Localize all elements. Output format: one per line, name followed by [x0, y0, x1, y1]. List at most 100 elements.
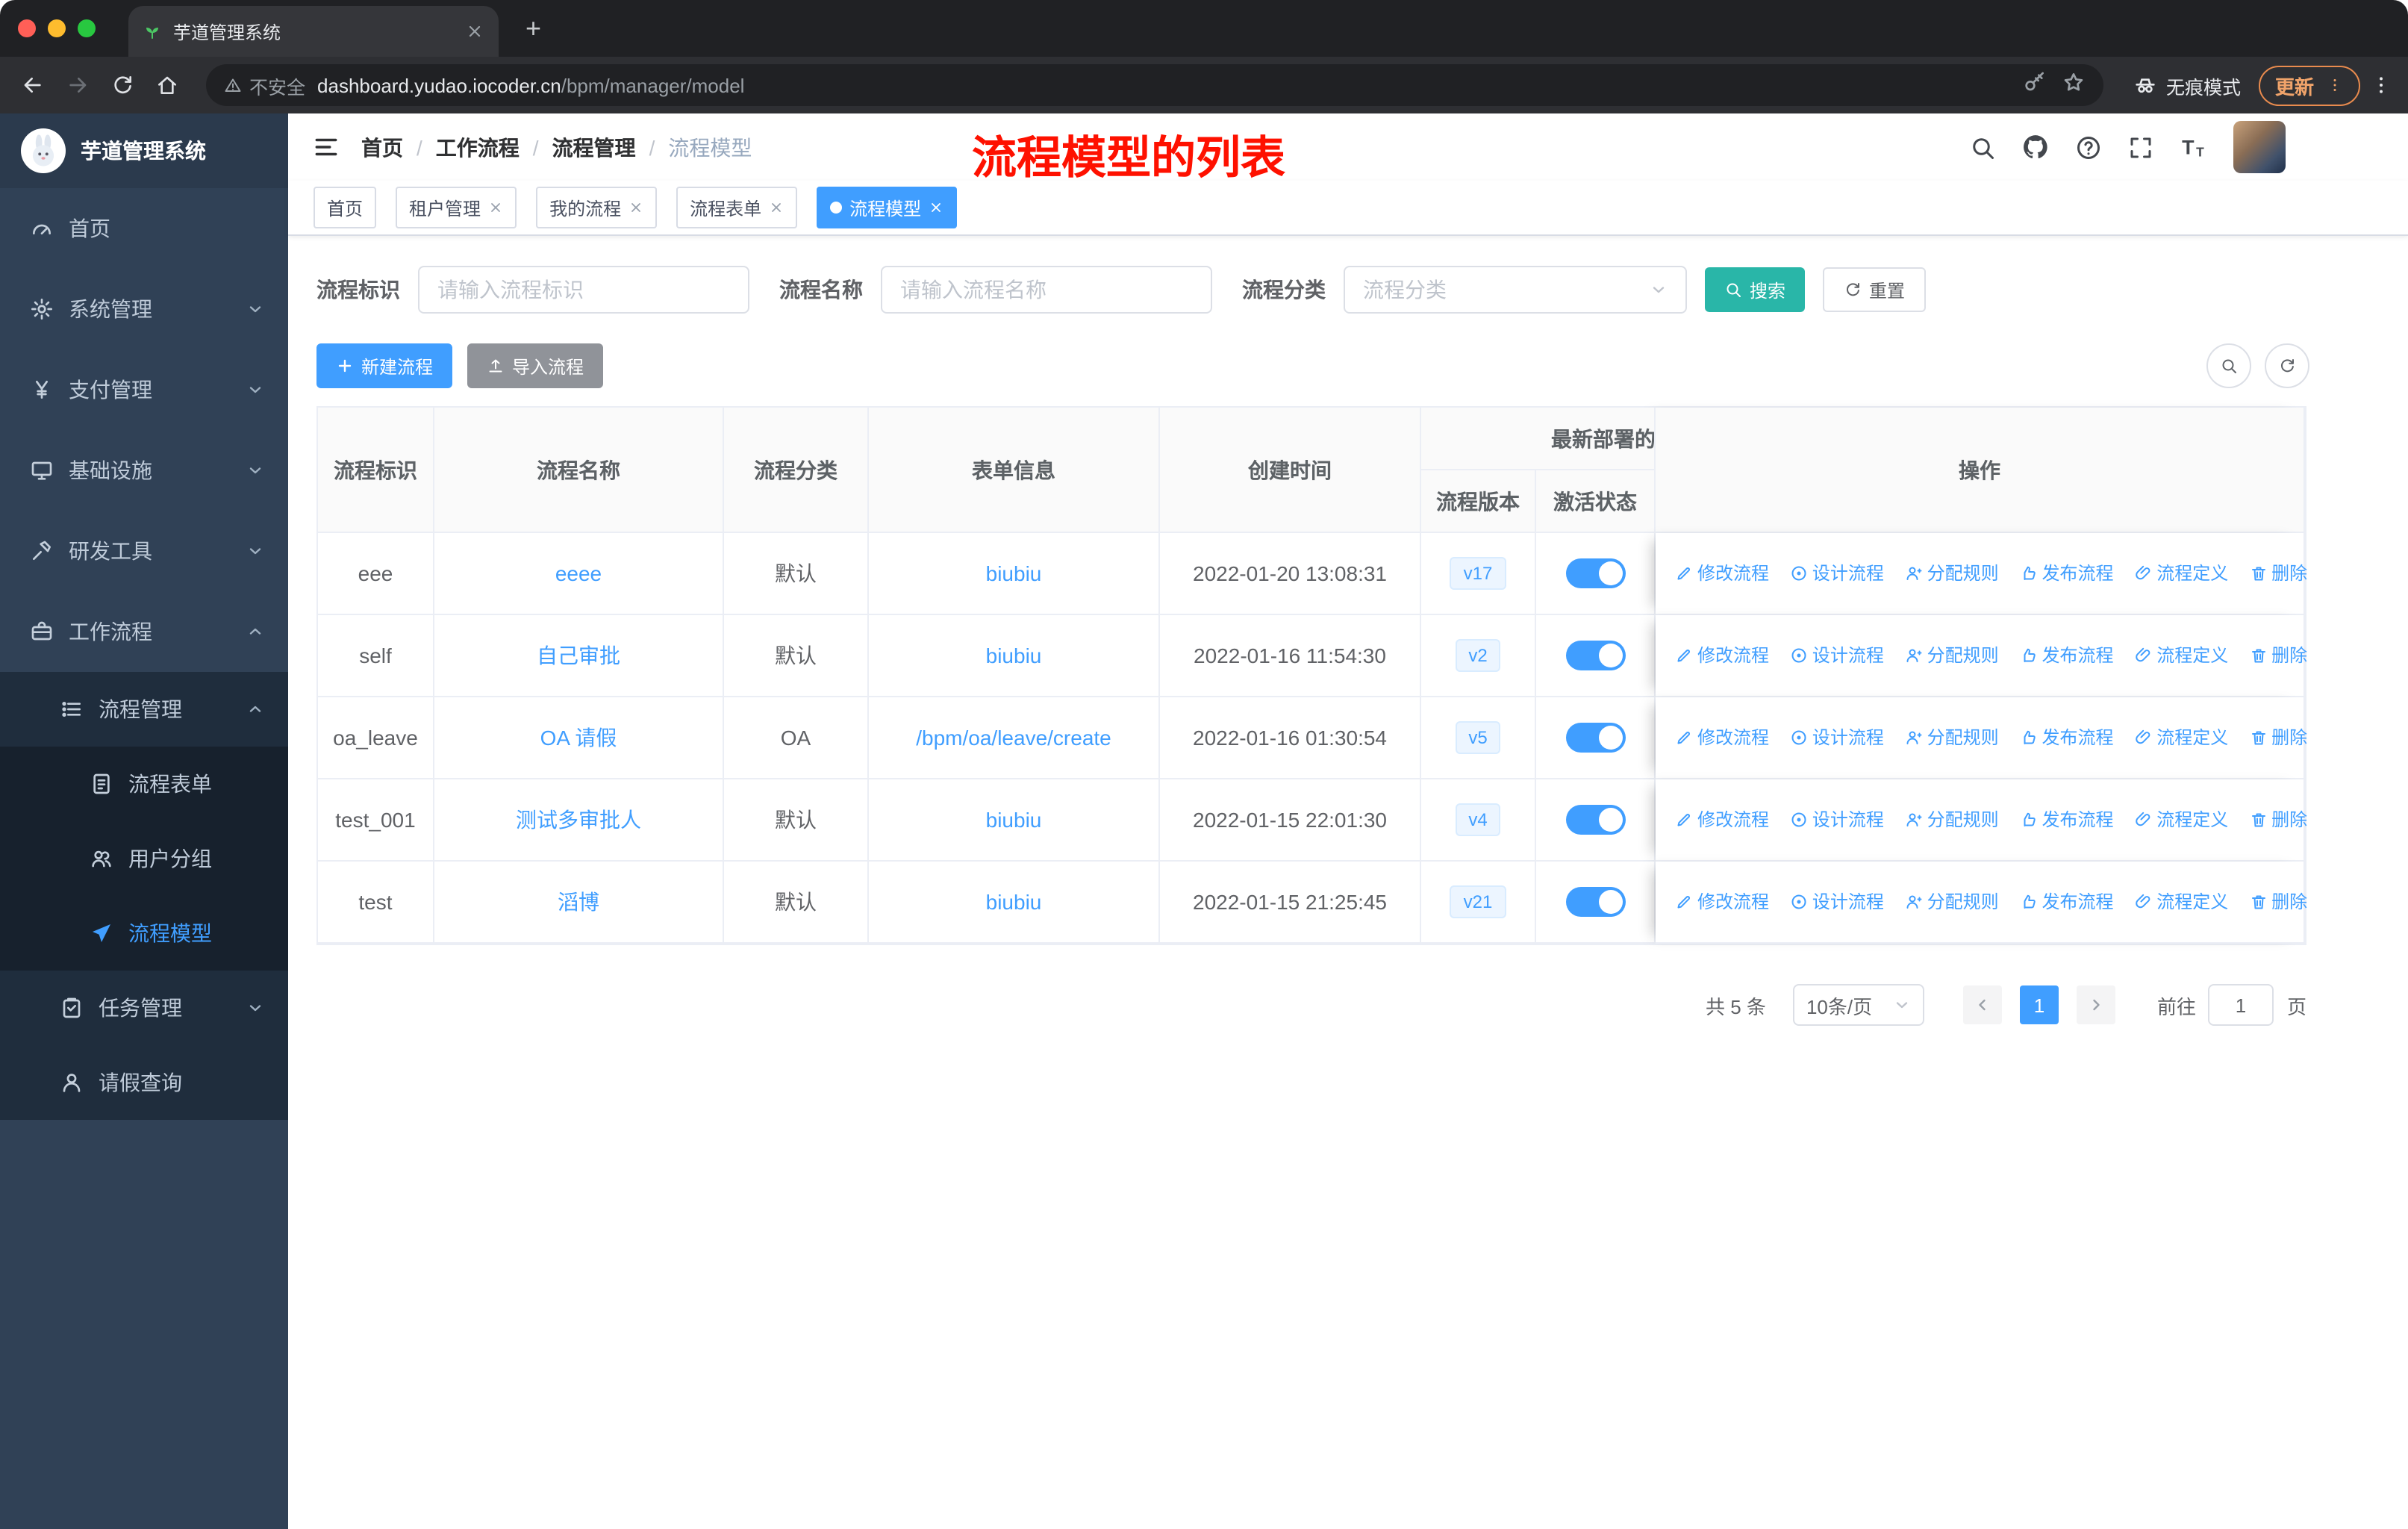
- browser-update-button[interactable]: 更新: [2258, 65, 2360, 105]
- design-process-link[interactable]: 设计流程: [1790, 561, 1884, 586]
- new-tab-button[interactable]: +: [514, 9, 553, 48]
- tag-tenant-management[interactable]: 租户管理: [396, 187, 517, 228]
- sidebar-item-system[interactable]: 系统管理: [0, 269, 288, 349]
- maximize-window-button[interactable]: [78, 19, 96, 37]
- process-definition-link[interactable]: 流程定义: [2134, 643, 2228, 668]
- assign-rules-link[interactable]: 分配规则: [1905, 807, 1999, 832]
- delete-link[interactable]: 删除: [2249, 889, 2307, 915]
- fullscreen-icon[interactable]: [2127, 134, 2154, 161]
- page-1-button[interactable]: 1: [2019, 985, 2059, 1024]
- process-definition-link[interactable]: 流程定义: [2134, 889, 2228, 915]
- breadcrumb-home[interactable]: 首页: [361, 132, 403, 162]
- browser-menu-button[interactable]: [2369, 73, 2393, 97]
- form-info-link[interactable]: biubiu: [986, 644, 1042, 667]
- assign-rules-link[interactable]: 分配规则: [1905, 725, 1999, 750]
- status-toggle[interactable]: [1565, 723, 1625, 753]
- process-name-link[interactable]: OA 请假: [540, 726, 617, 750]
- sidebar-item-process-management[interactable]: 流程管理: [0, 672, 288, 747]
- user-avatar[interactable]: [2233, 121, 2286, 173]
- sidebar-item-process-model[interactable]: 流程模型: [0, 896, 288, 971]
- edit-process-link[interactable]: 修改流程: [1675, 889, 1769, 915]
- publish-process-link[interactable]: 发布流程: [2019, 725, 2113, 750]
- import-process-button[interactable]: 导入流程: [467, 343, 604, 388]
- design-process-link[interactable]: 设计流程: [1790, 643, 1884, 668]
- form-info-link[interactable]: biubiu: [986, 808, 1042, 832]
- process-category-select[interactable]: 流程分类: [1344, 266, 1687, 314]
- delete-link[interactable]: 删除: [2249, 807, 2307, 832]
- tag-close-icon[interactable]: [769, 200, 784, 215]
- sidebar-item-infrastructure[interactable]: 基础设施: [0, 430, 288, 511]
- address-bar[interactable]: 不安全 dashboard.yudao.iocoder.cn/bpm/manag…: [206, 64, 2103, 106]
- create-process-button[interactable]: 新建流程: [316, 343, 453, 388]
- sidebar-item-workflow[interactable]: 工作流程: [0, 591, 288, 672]
- publish-process-link[interactable]: 发布流程: [2019, 807, 2113, 832]
- password-key-icon[interactable]: [2023, 69, 2047, 101]
- search-button[interactable]: 搜索: [1705, 267, 1806, 312]
- security-indicator[interactable]: 不安全: [224, 71, 305, 99]
- help-icon[interactable]: [2075, 134, 2102, 161]
- sidebar-collapse-button[interactable]: [312, 133, 340, 161]
- sidebar-item-leave-query[interactable]: 请假查询: [0, 1045, 288, 1120]
- publish-process-link[interactable]: 发布流程: [2019, 889, 2113, 915]
- process-name-input[interactable]: [881, 266, 1212, 314]
- process-name-link[interactable]: 自己审批: [537, 644, 620, 667]
- design-process-link[interactable]: 设计流程: [1790, 725, 1884, 750]
- process-id-input[interactable]: [418, 266, 749, 314]
- process-definition-link[interactable]: 流程定义: [2134, 561, 2228, 586]
- forward-button[interactable]: [60, 67, 96, 103]
- reload-button[interactable]: [105, 67, 140, 103]
- edit-process-link[interactable]: 修改流程: [1675, 807, 1769, 832]
- edit-process-link[interactable]: 修改流程: [1675, 561, 1769, 586]
- breadcrumb-workflow[interactable]: 工作流程: [436, 132, 520, 162]
- refresh-table-button[interactable]: [2265, 343, 2309, 388]
- status-toggle[interactable]: [1565, 805, 1625, 835]
- reset-button[interactable]: 重置: [1823, 267, 1927, 312]
- tag-close-icon[interactable]: [628, 200, 643, 215]
- sidebar-item-payment[interactable]: 支付管理: [0, 349, 288, 430]
- tag-close-icon[interactable]: [488, 200, 503, 215]
- github-icon[interactable]: [2021, 133, 2050, 161]
- publish-process-link[interactable]: 发布流程: [2019, 643, 2113, 668]
- toggle-search-button[interactable]: [2206, 343, 2251, 388]
- status-toggle[interactable]: [1565, 558, 1625, 588]
- process-name-link[interactable]: 测试多审批人: [516, 808, 641, 832]
- sidebar-item-task-management[interactable]: 任务管理: [0, 971, 288, 1045]
- tag-my-process[interactable]: 我的流程: [536, 187, 658, 228]
- page-size-select[interactable]: 10条/页: [1792, 984, 1924, 1026]
- delete-link[interactable]: 删除: [2249, 561, 2307, 586]
- process-definition-link[interactable]: 流程定义: [2134, 807, 2228, 832]
- process-name-link[interactable]: 滔博: [558, 890, 599, 914]
- design-process-link[interactable]: 设计流程: [1790, 807, 1884, 832]
- assign-rules-link[interactable]: 分配规则: [1905, 561, 1999, 586]
- design-process-link[interactable]: 设计流程: [1790, 889, 1884, 915]
- process-name-link[interactable]: eeee: [555, 561, 602, 585]
- sidebar-item-user-group[interactable]: 用户分组: [0, 821, 288, 896]
- delete-link[interactable]: 删除: [2249, 643, 2307, 668]
- tab-close-icon[interactable]: [466, 22, 484, 40]
- breadcrumb-process-management[interactable]: 流程管理: [552, 132, 636, 162]
- minimize-window-button[interactable]: [48, 19, 66, 37]
- browser-tab[interactable]: 芋道管理系统: [128, 6, 499, 57]
- search-icon[interactable]: [1969, 134, 1996, 161]
- back-button[interactable]: [15, 67, 51, 103]
- prev-page-button[interactable]: [1962, 985, 2002, 1024]
- home-button[interactable]: [149, 67, 185, 103]
- form-info-link[interactable]: /bpm/oa/leave/create: [916, 726, 1111, 750]
- sidebar-item-process-form[interactable]: 流程表单: [0, 747, 288, 821]
- edit-process-link[interactable]: 修改流程: [1675, 725, 1769, 750]
- form-info-link[interactable]: biubiu: [986, 890, 1042, 914]
- sidebar-item-home[interactable]: 首页: [0, 188, 288, 269]
- process-definition-link[interactable]: 流程定义: [2134, 725, 2228, 750]
- tag-process-form[interactable]: 流程表单: [676, 187, 798, 228]
- close-window-button[interactable]: [18, 19, 36, 37]
- goto-page-input[interactable]: [2207, 984, 2274, 1026]
- assign-rules-link[interactable]: 分配规则: [1905, 889, 1999, 915]
- bookmark-star-icon[interactable]: [2062, 69, 2086, 101]
- status-toggle[interactable]: [1565, 887, 1625, 917]
- delete-link[interactable]: 删除: [2249, 725, 2307, 750]
- tag-close-icon[interactable]: [929, 200, 943, 215]
- font-size-icon[interactable]: [2180, 133, 2208, 161]
- next-page-button[interactable]: [2076, 985, 2115, 1024]
- tag-home[interactable]: 首页: [314, 187, 377, 228]
- status-toggle[interactable]: [1565, 641, 1625, 670]
